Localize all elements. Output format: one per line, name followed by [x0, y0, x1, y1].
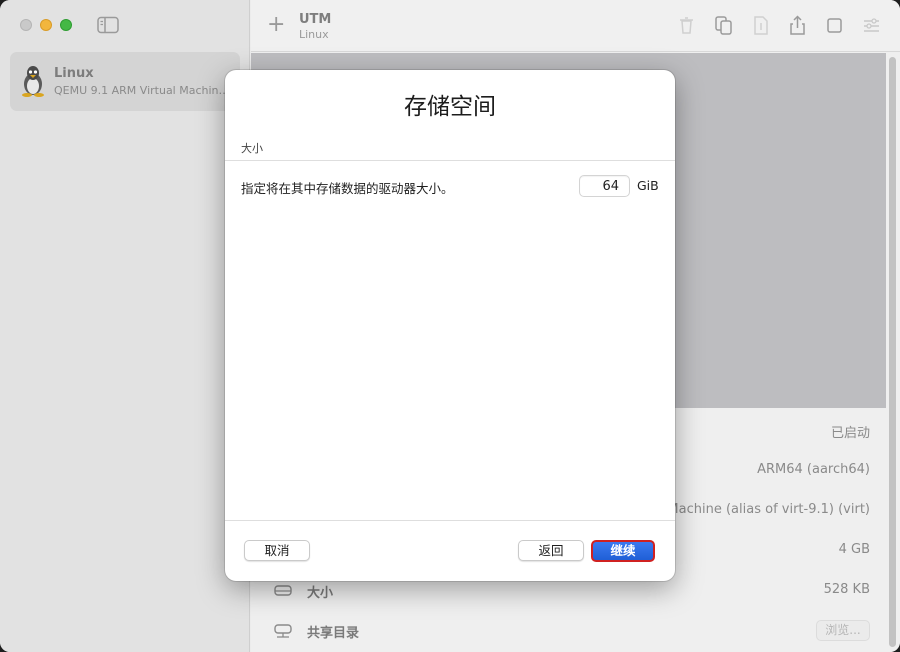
- window-controls: [20, 19, 72, 31]
- back-button[interactable]: 返回: [518, 540, 584, 561]
- section-divider: [225, 160, 675, 161]
- download-icon[interactable]: [750, 15, 771, 36]
- add-vm-button[interactable]: +: [267, 14, 285, 36]
- share-icon[interactable]: [787, 15, 808, 36]
- toolbar-actions: [676, 15, 882, 36]
- toolbar-subtitle: Linux: [299, 28, 329, 41]
- trash-icon[interactable]: [676, 15, 697, 36]
- minimize-window-button[interactable]: [40, 19, 52, 31]
- status-value: 已启动: [830, 426, 870, 441]
- network-drive-icon: [274, 624, 292, 638]
- memory-value: 4 GB: [838, 542, 870, 557]
- footer-divider: [225, 520, 675, 521]
- vm-name: Linux: [54, 66, 94, 81]
- size-unit-label: GiB: [637, 178, 659, 193]
- shared-directory-row: 共享目录 浏览...: [251, 610, 886, 650]
- size-value: 528 KB: [823, 582, 870, 597]
- clone-icon[interactable]: [713, 15, 734, 36]
- drive-size-label: 指定将在其中存储数据的驱动器大小。: [241, 181, 454, 196]
- continue-button[interactable]: 继续: [591, 540, 655, 562]
- zoom-window-button[interactable]: [60, 19, 72, 31]
- stop-icon[interactable]: [824, 15, 845, 36]
- browse-button[interactable]: 浏览...: [816, 620, 870, 641]
- utm-window: Linux QEMU 9.1 ARM Virtual Machin… + UTM…: [0, 0, 900, 652]
- shared-directory-label: 共享目录: [307, 626, 360, 641]
- drive-size-input[interactable]: [579, 175, 630, 197]
- sidebar: Linux QEMU 9.1 ARM Virtual Machin…: [0, 0, 250, 652]
- drive-icon: [274, 585, 292, 596]
- sidebar-toggle-icon[interactable]: [97, 16, 119, 34]
- vm-list-item[interactable]: Linux QEMU 9.1 ARM Virtual Machin…: [10, 52, 240, 111]
- architecture-value: ARM64 (aarch64): [757, 462, 870, 477]
- vm-description: QEMU 9.1 ARM Virtual Machin…: [54, 84, 230, 97]
- linux-tux-icon: [22, 66, 44, 97]
- scrollbar-thumb[interactable]: [889, 57, 896, 647]
- section-label: 大小: [241, 142, 263, 155]
- close-window-button[interactable]: [20, 19, 32, 31]
- size-label: 大小: [307, 586, 334, 601]
- cancel-button[interactable]: 取消: [244, 540, 310, 561]
- dialog-title: 存储空间: [404, 94, 496, 120]
- storage-dialog: 存储空间 大小 指定将在其中存储数据的驱动器大小。 GiB 取消 返回 继续: [225, 70, 675, 581]
- toolbar-title: UTM: [299, 12, 332, 27]
- toolbar: + UTM Linux: [251, 0, 900, 52]
- machine-value: l Machine (alias of virt-9.1) (virt): [659, 502, 870, 517]
- settings-icon[interactable]: [861, 15, 882, 36]
- scrollbar[interactable]: [886, 53, 896, 652]
